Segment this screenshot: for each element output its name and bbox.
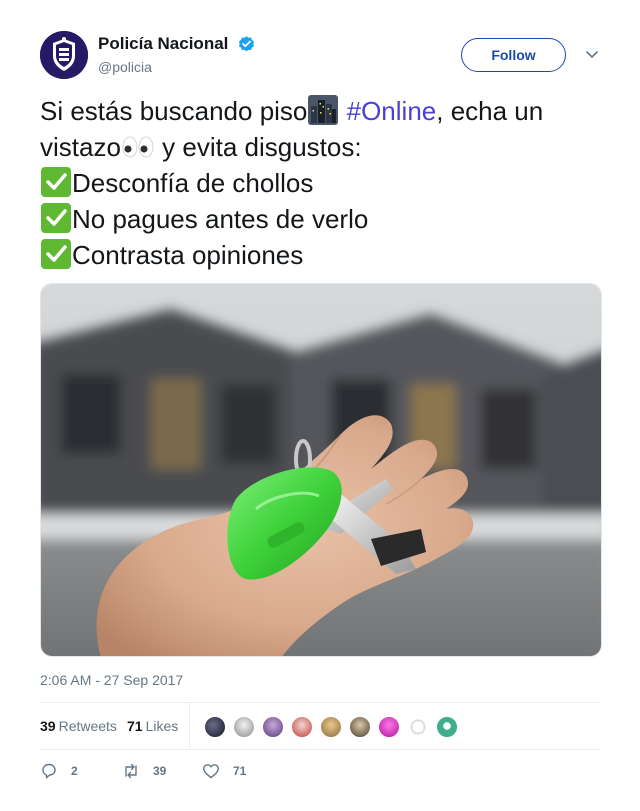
heart-icon [203,764,219,779]
verified-badge-icon [238,35,254,51]
checklist-text: No pagues antes de verlo [72,204,369,234]
follow-button[interactable]: Follow [461,38,566,72]
display-name[interactable]: Policía Nacional [98,34,228,54]
reply-count: 2 [71,764,78,778]
checklist-item: No pagues antes de verlo [40,201,610,237]
tweet-actions: 2 39 71 [40,762,600,782]
checklist-text: Contrasta opiniones [72,240,304,270]
hashtag-link[interactable]: #Online [347,96,437,126]
tweet-text-segment: y evita disgustos: [154,132,362,162]
check-mark-button-icon [41,167,71,197]
check-mark-button-icon [41,203,71,233]
tweet-timestamp[interactable]: 2:06 AM - 27 Sep 2017 [40,672,183,688]
tweet-text-segment: Si estás buscando piso [40,96,308,126]
tweet-photo[interactable] [40,283,602,657]
tweet-line-2: vistazo y evita disgustos: [40,129,610,165]
liker-avatar[interactable] [232,715,256,739]
likes-stat[interactable]: 71 Likes [127,718,178,734]
liker-avatar[interactable] [435,715,459,739]
retweet-count: 39 [153,764,167,778]
retweet-action[interactable]: 39 [122,762,166,780]
eyes-emoji-icon [122,136,154,158]
liker-avatar[interactable] [348,715,372,739]
tweet-line-1: Si estás buscando piso #Online, echa un [40,93,610,129]
likes-label: Likes [145,718,179,734]
checklist-text: Desconfía de chollos [72,168,314,198]
avatar[interactable] [40,31,88,79]
reply-action[interactable]: 2 [40,762,78,780]
retweet-icon [125,763,137,779]
like-action[interactable]: 71 [202,762,246,780]
checklist-item: Contrasta opiniones [40,237,610,273]
cityscape-emoji-icon [308,95,339,125]
liker-avatar[interactable] [377,715,401,739]
liker-avatar[interactable] [319,715,343,739]
liker-avatar[interactable] [261,715,285,739]
tweet-text-segment: , echa un [436,96,544,126]
photo-hand-with-keys [41,284,601,656]
likes-count: 71 [127,718,143,734]
check-mark-button-icon [41,239,71,269]
tweet-stats: 39 Retweets 71 Likes [40,702,600,750]
stats-divider [189,703,190,750]
liker-avatar[interactable] [290,715,314,739]
reply-icon [42,763,56,779]
liker-avatar[interactable] [406,715,430,739]
retweets-stat[interactable]: 39 Retweets [40,718,117,734]
liker-avatar[interactable] [203,715,227,739]
retweets-count: 39 [40,718,56,734]
police-shield-icon [40,31,88,79]
tweet-text-segment: vistazo [40,132,121,162]
like-count: 71 [233,764,247,778]
tweet-header: Policía Nacional @policia Follow [40,31,600,81]
retweets-label: Retweets [58,718,117,734]
tweet-text: Si estás buscando piso #Online, echa un … [40,93,610,273]
author-handle[interactable]: @policia [98,59,256,75]
chevron-down-icon[interactable] [583,45,601,63]
author-names: Policía Nacional @policia [98,34,256,75]
checklist-item: Desconfía de chollos [40,165,610,201]
